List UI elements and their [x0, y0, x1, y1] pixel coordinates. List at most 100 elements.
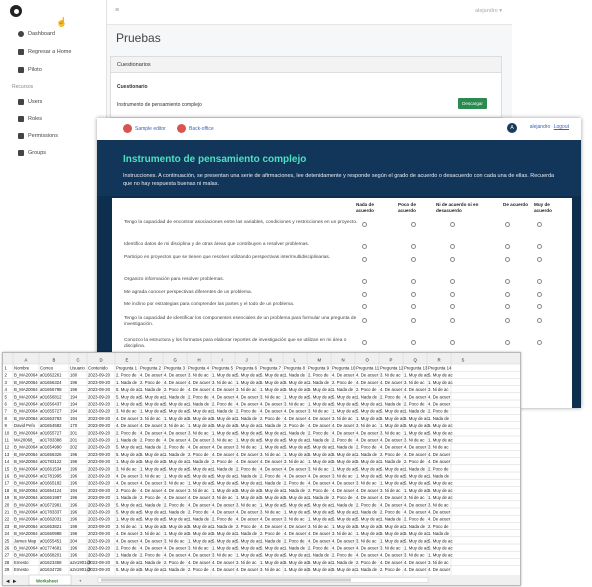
answer-radio-3[interactable] — [450, 340, 455, 345]
cell-answer: 1. Nada de — [380, 402, 402, 407]
answer-radio-3[interactable] — [450, 244, 455, 249]
sidebar-item-home[interactable]: Regresar a Home — [18, 49, 71, 55]
menu-icon[interactable]: ≡ — [115, 7, 119, 14]
back-office-icon — [177, 124, 186, 133]
cell-answer: 4. De acuer — [164, 380, 187, 385]
answer-radio-1[interactable] — [362, 279, 367, 284]
cell-answer: 5. Muy de ac — [308, 510, 333, 515]
answer-radio-4[interactable] — [505, 292, 510, 297]
cell-email: a01774681 — [40, 546, 62, 551]
answer-radio-3[interactable] — [450, 318, 455, 323]
cell-answer: 5. Muy de ac — [380, 416, 405, 421]
sidebar-item-piloto[interactable]: Piloto — [18, 67, 42, 73]
cell-answer: 4. De acuer — [212, 452, 235, 457]
answer-radio-4[interactable] — [505, 340, 510, 345]
answer-radio-1[interactable] — [362, 304, 367, 309]
answer-radio-5[interactable] — [537, 257, 542, 262]
cell-answer: 1. Muy de ac — [308, 402, 333, 407]
cell-answer: 4. De acuer — [212, 445, 235, 450]
sidebar-item-users[interactable]: Users — [18, 99, 42, 105]
cell-answer: 5. Muy de ac — [332, 394, 357, 399]
horizontal-scrollbar-thumb[interactable] — [101, 578, 351, 582]
answer-radio-3[interactable] — [450, 279, 455, 284]
answer-radio-2[interactable] — [411, 292, 416, 297]
answer-radio-4[interactable] — [505, 318, 510, 323]
sample-editor-link[interactable]: Sample editor — [123, 124, 166, 133]
cell-name: B_MA20064 — [14, 488, 38, 493]
row-number: 23 — [5, 524, 10, 529]
cell-user: 196 — [70, 517, 78, 522]
answer-radio-4[interactable] — [505, 222, 510, 227]
back-office-link[interactable]: Back-office — [177, 124, 214, 133]
user-logout-area: alejandro Logout — [530, 124, 569, 130]
answer-radio-5[interactable] — [537, 318, 542, 323]
answer-radio-5[interactable] — [537, 244, 542, 249]
answer-radio-4[interactable] — [505, 279, 510, 284]
answer-radio-1[interactable] — [362, 257, 367, 262]
cell-answer: 1. Nada de — [308, 438, 330, 443]
answer-radio-1[interactable] — [362, 222, 367, 227]
answer-radio-4[interactable] — [505, 304, 510, 309]
cell-user: 196 — [70, 481, 78, 486]
avatar[interactable]: A — [507, 123, 517, 133]
cell-answer: 4. De acuer — [236, 567, 259, 572]
cell-answer: 5. Muy de ac — [164, 402, 189, 407]
answer-radio-5[interactable] — [537, 304, 542, 309]
cell-answer: 4. De acuer — [260, 459, 283, 464]
cell-answer: 1. Muy de ac — [308, 517, 333, 522]
cell-answer: 1. Nada de — [308, 495, 330, 500]
cell-answer: 1. Nada de — [332, 445, 354, 450]
cell-timestamp: 2023-09-20 — [88, 481, 111, 486]
cell-answer: 2. Poco de — [140, 438, 161, 443]
answer-radio-4[interactable] — [505, 244, 510, 249]
cell-name: B_MA20064 — [14, 402, 38, 407]
cell-answer: 2. Poco de — [212, 402, 233, 407]
answer-radio-5[interactable] — [537, 222, 542, 227]
sidebar-item-dashboard[interactable]: Dashboard — [18, 31, 55, 37]
user-menu[interactable]: alejandro ▾ — [475, 8, 502, 14]
cell-email: a01656812 — [40, 394, 62, 399]
answer-radio-2[interactable] — [411, 318, 416, 323]
cell-answer: 2. Poco de — [404, 459, 425, 464]
cell-answer: 1. Muy de ac — [404, 373, 429, 378]
answer-radio-2[interactable] — [411, 279, 416, 284]
answer-radio-2[interactable] — [411, 222, 416, 227]
questionnaire-row-name: Instrumento de pensamiento complejo — [117, 102, 202, 108]
answer-radio-1[interactable] — [362, 340, 367, 345]
cell-answer: 4. De acuer — [404, 510, 427, 515]
answer-radio-3[interactable] — [450, 257, 455, 262]
sidebar-item-roles[interactable]: Roles — [18, 116, 42, 122]
cell-email: a01654582 — [40, 423, 62, 428]
answer-radio-3[interactable] — [450, 304, 455, 309]
row-number: 13 — [5, 452, 10, 457]
cell-answer: 3. Ni de ac — [428, 560, 449, 565]
answer-radio-2[interactable] — [411, 304, 416, 309]
sidebar-item-groups[interactable]: Groups — [18, 150, 46, 156]
cell-answer: 1. Muy de ac — [212, 430, 237, 435]
answer-radio-1[interactable] — [362, 318, 367, 323]
cell-answer: 2. Poco de — [284, 423, 305, 428]
answer-radio-2[interactable] — [411, 244, 416, 249]
answer-radio-2[interactable] — [411, 340, 416, 345]
download-button[interactable]: Descargar — [458, 98, 487, 109]
cell-answer: 1. Muy de ac — [332, 524, 357, 529]
answer-radio-1[interactable] — [362, 244, 367, 249]
answer-radio-5[interactable] — [537, 340, 542, 345]
answer-radio-5[interactable] — [537, 279, 542, 284]
answer-radio-5[interactable] — [537, 292, 542, 297]
answer-radio-4[interactable] — [505, 257, 510, 262]
app-logo-icon[interactable] — [10, 5, 22, 17]
answer-radio-2[interactable] — [411, 257, 416, 262]
cell-answer: 4. De acuer — [212, 502, 235, 507]
cell-answer: 1. Nada de — [284, 373, 306, 378]
cell-timestamp: 2023-09-20 — [88, 402, 111, 407]
cell-timestamp: 2023-09-20 — [88, 409, 111, 414]
cell-answer: 2. Poco de — [308, 488, 329, 493]
answer-radio-3[interactable] — [450, 292, 455, 297]
cell-answer: 4. De acuer — [236, 517, 259, 522]
answer-radio-3[interactable] — [450, 222, 455, 227]
sidebar-item-permissions[interactable]: Permissions — [18, 133, 58, 139]
answer-radio-1[interactable] — [362, 292, 367, 297]
column-letter: R — [438, 358, 441, 363]
logout-link[interactable]: Logout — [554, 124, 569, 130]
